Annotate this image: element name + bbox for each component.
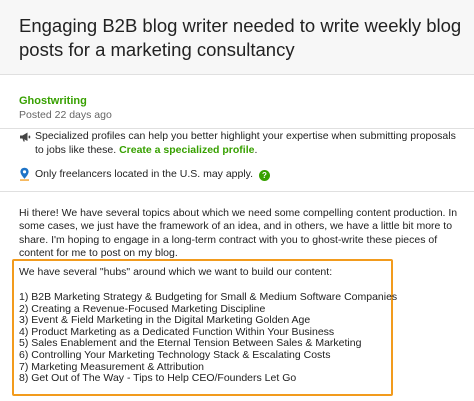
divider <box>0 191 474 192</box>
list-item: 6) Controlling Your Marketing Technology… <box>19 348 331 361</box>
job-description-intro: Hi there! We have several topics about w… <box>19 207 458 260</box>
location-restriction-text: Only freelancers located in the U.S. may… <box>35 168 254 180</box>
specialized-profile-notice: Specialized profiles can help you better… <box>19 129 469 157</box>
list-item: 1) B2B Marketing Strategy & Budgeting fo… <box>19 291 398 303</box>
location-pin-icon <box>19 167 31 181</box>
help-circle-icon[interactable]: ? <box>259 170 270 181</box>
job-title: Engaging B2B blog writer needed to write… <box>19 15 462 60</box>
posted-date: Posted 22 days ago <box>19 109 112 121</box>
job-detail-page: Engaging B2B blog writer needed to write… <box>0 0 474 401</box>
create-specialized-profile-link[interactable]: Create a specialized profile <box>119 144 254 156</box>
hubs-intro: We have several "hubs" around which we w… <box>19 266 333 278</box>
specialized-profile-period: . <box>254 144 258 156</box>
job-category-link[interactable]: Ghostwriting <box>19 95 87 107</box>
megaphone-icon <box>19 129 31 143</box>
list-item: 8) Get Out of The Way - Tips to Help CEO… <box>19 372 297 385</box>
location-notice: Only freelancers located in the U.S. may… <box>19 167 469 181</box>
job-header: Engaging B2B blog writer needed to write… <box>0 0 474 75</box>
hubs-list: 1) B2B Marketing Strategy & Budgeting fo… <box>19 291 398 385</box>
